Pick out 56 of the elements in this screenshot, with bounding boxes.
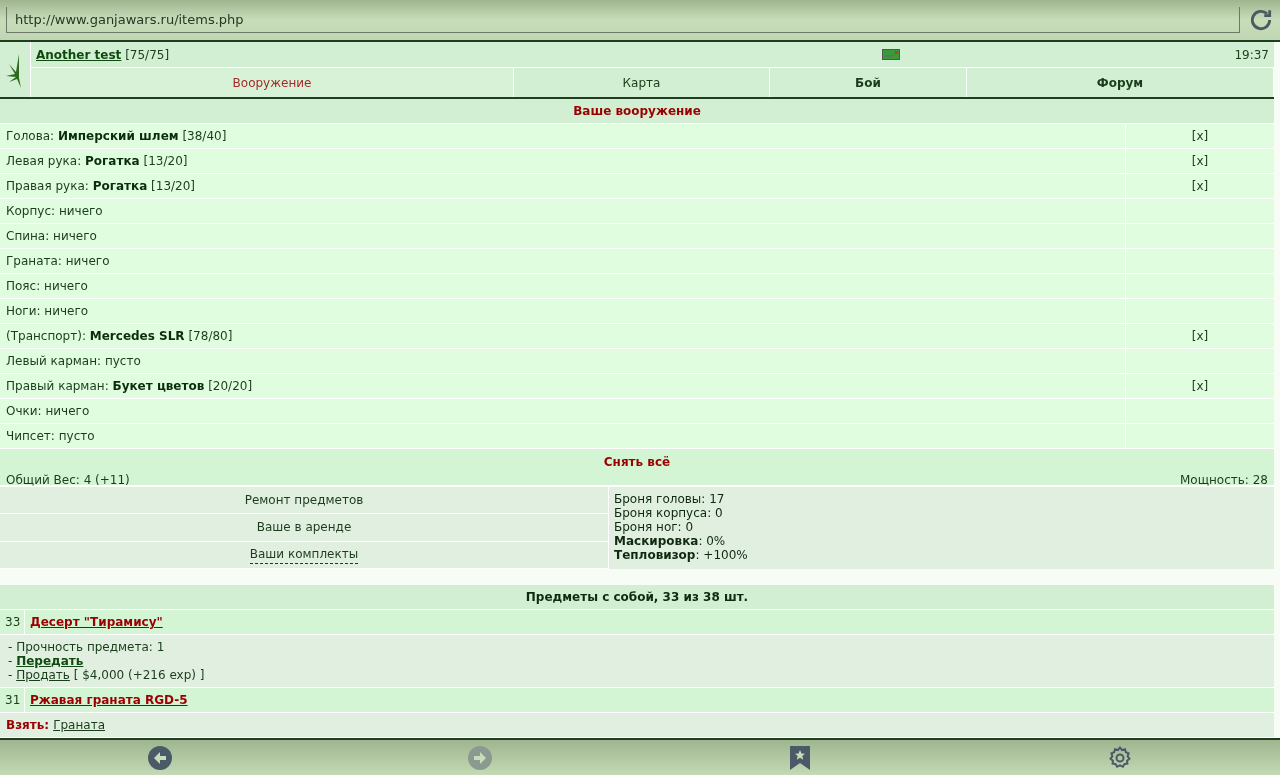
menu-link[interactable]: Ремонт предметов [244,491,364,510]
clock-time: 19:37 [1234,46,1269,64]
back-icon[interactable] [148,745,172,770]
sell-price: [ $4,000 (+216 exp) ] [72,668,205,682]
equipment-slot: Голова: Имперский шлем [38/40] [6,127,227,145]
menu-link[interactable]: Ваше в аренде [256,518,352,537]
take-link[interactable]: Граната [53,718,105,732]
remove-link[interactable]: [x] [1191,127,1209,145]
nav-tab[interactable]: Форум [967,68,1274,97]
equipment-slot: Чипсет: пусто [6,427,95,445]
transfer-link[interactable]: Передать [16,654,84,668]
section-header: Ваше вооружение [0,99,1274,124]
nav-tab[interactable]: Карта [514,68,770,97]
equipment-slot: (Транспорт): Mercedes SLR [78/80] [6,327,233,345]
equipment-slot: Правая рука: Рогатка [13/20] [6,177,196,195]
settings-icon[interactable] [1108,745,1132,770]
sell-link[interactable]: Продать [16,668,70,682]
section-header: Предметы с собой, 33 из 38 шт. [0,585,1274,610]
player-hp: [75/75] [124,47,170,62]
equipment-slot: Ноги: ничего [6,302,89,320]
item-count: 33 [5,614,21,631]
reload-icon[interactable] [1248,7,1274,33]
mail-icon[interactable] [882,49,901,60]
armor-stat: Броня головы: 17 [614,492,726,506]
equipment-slot: Левая рука: Рогатка [13/20] [6,152,188,170]
remove-link[interactable]: [x] [1191,177,1209,195]
remove-link[interactable]: [x] [1191,327,1209,345]
power-value: Мощность: 28 [1180,472,1268,489]
item-link[interactable]: Ржавая граната RGD-5 [30,691,188,709]
equipment-slot: Граната: ничего [6,252,110,270]
remove-link[interactable]: [x] [1191,377,1209,395]
bookmark-icon[interactable] [790,745,810,770]
armor-stat: Броня корпуса: 0 [614,506,724,520]
dash-mark: - [8,654,14,668]
remove-all-link[interactable]: Снять всё [603,453,671,471]
menu-link[interactable]: Ваши комплекты [249,545,359,565]
armor-stat: Броня ног: 0 [614,520,695,534]
equipment-slot: Левый карман: пусто [6,352,141,370]
item-detail: - Прочность предмета: 1 [8,640,166,654]
equipment-slot: Корпус: ничего [6,202,103,220]
total-weight: Общий Вес: 4 (+11) [6,472,130,489]
remove-link[interactable]: [x] [1191,152,1209,170]
armor-stat: Маскировка: 0% [614,534,727,548]
dash-mark: - [8,668,14,682]
item-count: 31 [5,692,21,709]
url-field[interactable]: http://www.ganjawars.ru/items.php [6,7,1240,33]
nav-tab[interactable]: Бой [770,68,967,97]
player-link[interactable]: Another test [36,47,122,62]
equipment-slot: Очки: ничего [6,402,90,420]
equipment-slot: Пояс: ничего [6,277,88,295]
equipment-slot: Спина: ничего [6,227,97,245]
take-label: Взять: [6,718,50,732]
armor-stat: Тепловизор: +100% [614,548,749,562]
equipment-slot: Правый карман: Букет цветов [20/20] [6,377,253,395]
nav-tab[interactable]: Вооружение [31,68,514,97]
item-link[interactable]: Десерт "Тирамису" [30,613,163,631]
